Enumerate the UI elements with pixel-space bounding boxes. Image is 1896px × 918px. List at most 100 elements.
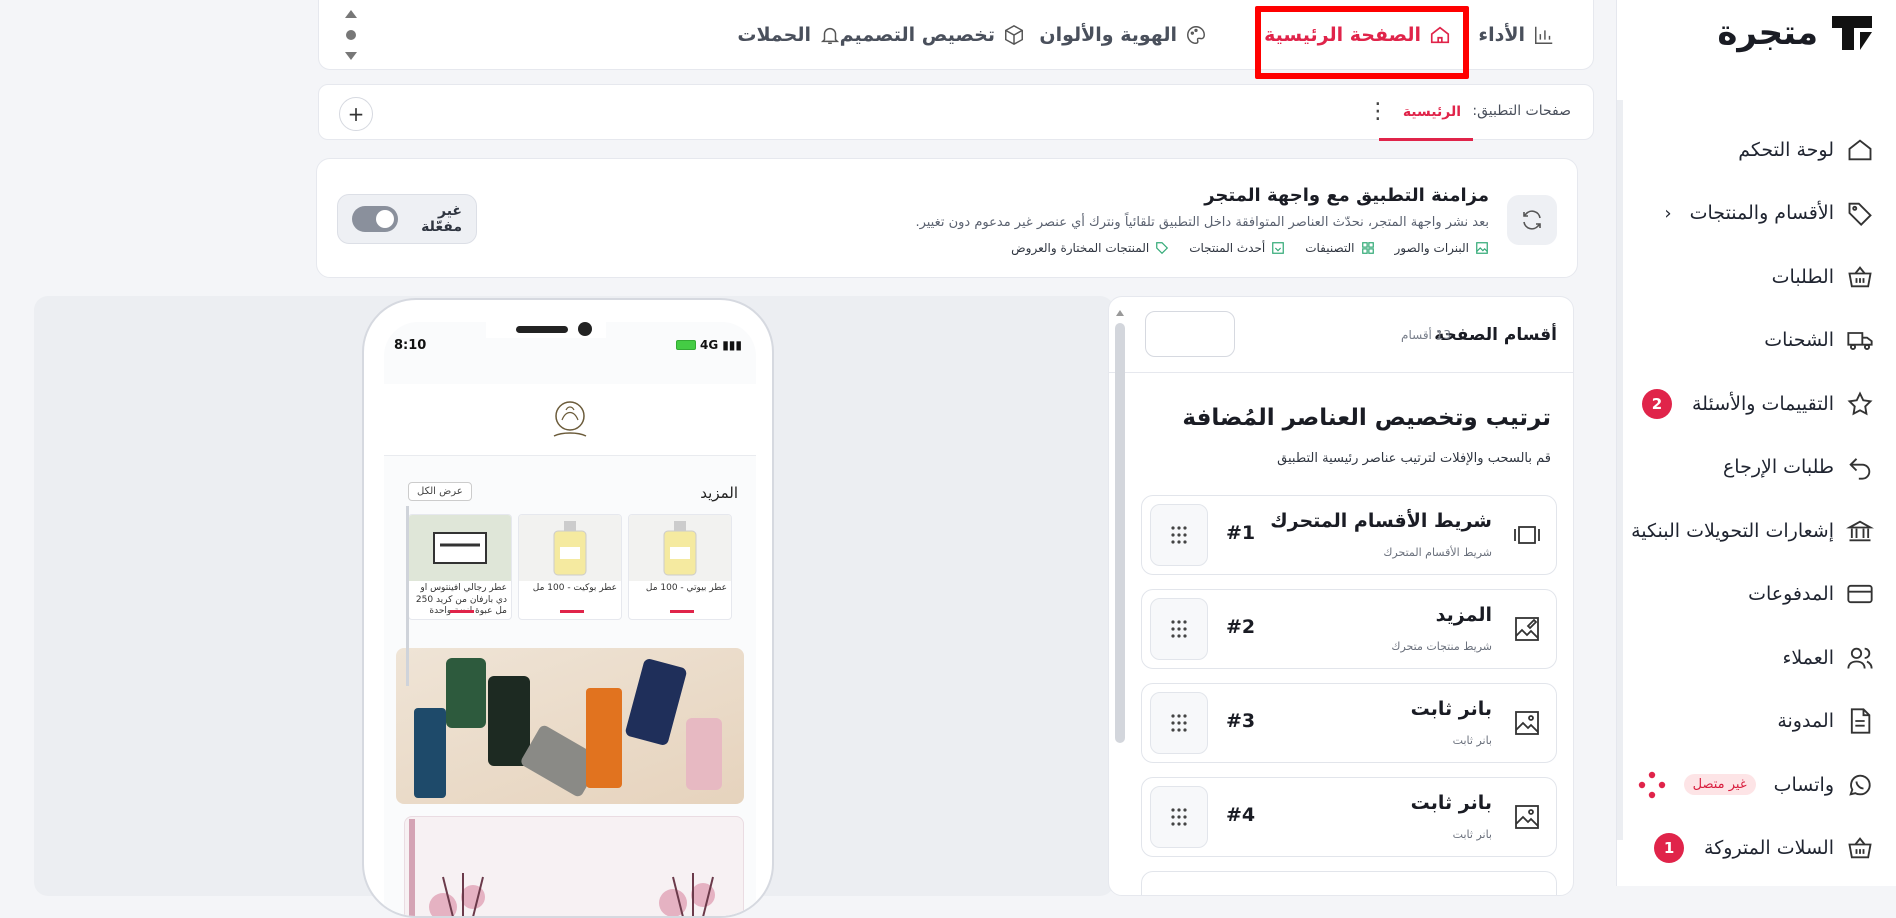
tab-homepage[interactable]: الصفحة الرئيسية [1264,0,1451,70]
tag-icon [1848,202,1872,227]
product-image [409,515,511,581]
toggle-label: غير مفعّلة [421,203,462,235]
sections-scrollbar[interactable] [1115,305,1125,745]
carousel-icon [1514,526,1540,544]
scroll-up-icon[interactable] [1115,306,1125,320]
banner-image[interactable] [396,648,744,804]
return-icon [1849,458,1871,480]
section-card[interactable]: المزيد شريط منتجات متحرك #2 [1141,589,1557,669]
sidebar-item-reviews[interactable]: التقييمات والأسئلة 2 [1624,372,1874,436]
add-section-button[interactable] [1145,311,1235,357]
image-icon [1476,242,1488,254]
sidebar-item-returns[interactable]: طلبات الإرجاع [1624,436,1874,500]
brand[interactable]: متجرة [1717,12,1874,54]
chevron-left-icon: ‹ [1664,202,1672,224]
sync-toggle[interactable] [352,206,398,232]
phone-notch [486,322,606,338]
price-line [449,610,474,613]
section-number: #2 [1226,616,1256,638]
page-sections-panel: أقسام الصفحة 13 أقسام ترتيب وتخصيص العنا… [1108,296,1574,896]
app-pages-bar: صفحات التطبيق: الرئيسية ⋮ + [318,84,1594,141]
sections-title: أقسام الصفحة [1434,325,1557,345]
section-card[interactable]: شريط الأقسام المتحرك شريط الأقسام المتحر… [1141,495,1557,575]
section-card[interactable] [1141,871,1557,895]
image-icon [1515,805,1539,829]
sidebar-item-label: المدونة [1777,710,1834,733]
basket-icon [1848,265,1872,288]
tab-identity-colors[interactable]: الهوية والألوان [1039,0,1207,70]
price-line [559,610,584,613]
pages-label: صفحات التطبيق: [1472,103,1571,119]
sidebar-item-dashboard[interactable]: لوحة التحكم [1624,118,1874,182]
sidebar-item-blog[interactable]: المدونة [1624,690,1874,754]
tab-label: الحملات [737,24,811,46]
tab-label: الهوية والألوان [1039,24,1177,46]
product-image [629,515,731,581]
sidebar-item-bank-transfers[interactable]: إشعارات التحويلات البنكية [1624,499,1874,563]
phone-preview: المزيد عرض الكل عطر بيوتي - 100 مل عطر ب… [362,298,774,918]
sections-heading: ترتيب وتخصيص العناصر المُضافة [1182,405,1551,431]
kebab-menu-icon[interactable]: ⋮ [1367,100,1389,123]
product-card[interactable]: عطر بوكيت - 100 مل [518,514,622,620]
section-card[interactable]: بانر ثابت بانر ثابت #3 [1141,683,1557,763]
sidebar-scrollbar[interactable] [1617,100,1623,840]
whatsapp-icon [1849,774,1871,796]
sidebar-item-orders[interactable]: الطلبات [1624,245,1874,309]
tab-design-customization[interactable]: تخصيص التصميم [840,0,1025,70]
drag-dots-icon [1171,620,1187,638]
section-number: #4 [1226,804,1256,826]
home-icon [1430,26,1450,44]
tab-performance[interactable]: الأداء [1478,0,1555,70]
star-icon [1847,391,1873,416]
tag-label: البنرات والصور [1394,241,1469,255]
bank-icon [1846,520,1874,542]
tag-featured-offers: المنتجات المختارة والعروض [1011,241,1169,255]
mini-scroll-icon[interactable] [343,6,359,64]
app-header [384,384,756,456]
section-number: #1 [1226,522,1256,544]
tag-icon [1156,242,1169,255]
section-subtitle: بانر ثابت [1452,734,1492,747]
products-carousel: المزيد عرض الكل عطر بيوتي - 100 مل عطر ب… [398,472,742,622]
sidebar-item-payments[interactable]: المدفوعات [1624,563,1874,627]
palette-icon [1187,26,1205,44]
drag-handle[interactable] [1150,504,1208,566]
product-name: عطر رجالي افينتوس او دي بارفان من كريد 2… [415,583,507,617]
phone-screen: المزيد عرض الكل عطر بيوتي - 100 مل عطر ب… [384,322,756,916]
sidebar-item-abandoned-carts[interactable]: السلات المتروكة 1 [1624,817,1874,881]
tab-campaigns[interactable]: الحملات [737,0,841,70]
view-all-button[interactable]: عرض الكل [408,482,472,501]
network-label: 4G [699,338,719,352]
truck-icon [1847,332,1873,351]
scroll-thumb[interactable] [1115,323,1125,743]
sidebar-item-whatsapp[interactable]: واتساب غير متصل [1624,753,1874,817]
phone-scrollbar[interactable] [406,506,409,686]
tag-categories: التصنيفات [1305,241,1374,255]
section-subtitle: شريط الأقسام المتحرك [1383,546,1492,559]
drag-handle[interactable] [1150,786,1208,848]
add-page-button[interactable]: + [339,97,373,131]
sidebar-nav: لوحة التحكم الأقسام والمنتجات ‹ الطلبات … [1624,118,1874,880]
sync-card: مزامنة التطبيق مع واجهة المتجر بعد نشر و… [316,158,1578,278]
sidebar-item-label: الطلبات [1771,265,1834,288]
sidebar-item-label: الشحنات [1764,329,1834,352]
drag-handle[interactable] [1150,598,1208,660]
tab-home-page[interactable]: الرئيسية ⋮ [1367,85,1473,141]
sidebar-item-customers[interactable]: العملاء [1624,626,1874,690]
drag-handle[interactable] [1150,692,1208,754]
brand-logo-icon [1832,16,1872,50]
sidebar-item-shipments[interactable]: الشحنات [1624,309,1874,373]
section-card[interactable]: بانر ثابت بانر ثابت #4 [1141,777,1557,857]
tag-label: التصنيفات [1305,241,1355,255]
count-badge: 2 [1642,388,1672,419]
page-tab-label: الرئيسية [1402,103,1461,120]
tab-label: الأداء [1478,24,1525,46]
store-logo [553,401,587,437]
product-card[interactable]: عطر رجالي افينتوس او دي بارفان من كريد 2… [408,514,512,620]
product-card[interactable]: عطر بيوتي - 100 مل [628,514,732,620]
banner-image[interactable] [404,816,744,916]
sidebar-item-label: العملاء [1782,646,1835,669]
sidebar-item-categories[interactable]: الأقسام والمنتجات ‹ [1624,182,1874,246]
section-name: شريط الأقسام المتحرك [1270,510,1492,532]
sync-toggle-container: غير مفعّلة [337,194,477,244]
